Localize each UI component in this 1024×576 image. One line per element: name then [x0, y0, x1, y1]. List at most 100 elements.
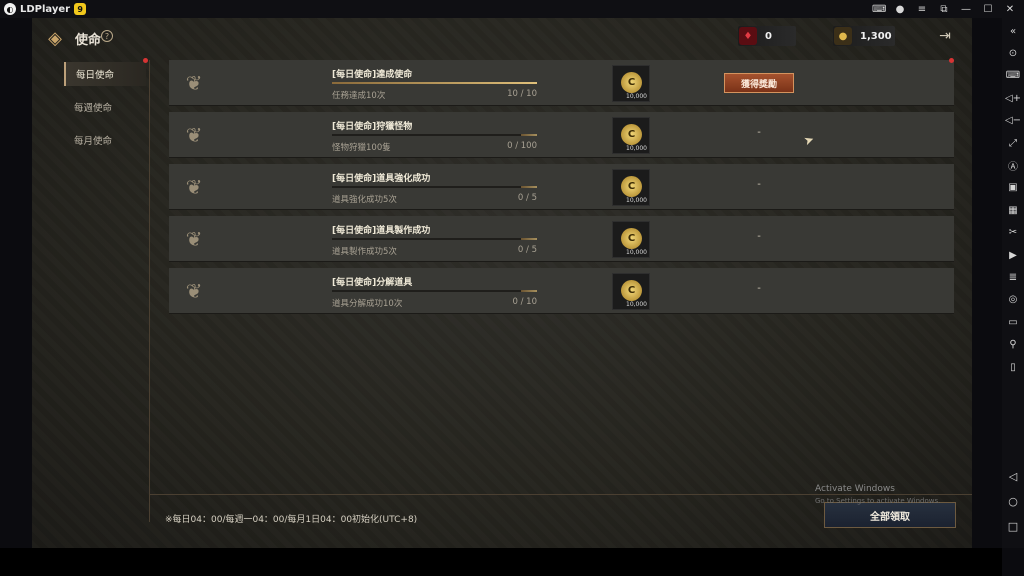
reward-item[interactable]: C 10,000 [612, 169, 650, 206]
ldplayer-logo-icon: ◐ [4, 3, 16, 15]
reward-item[interactable]: C 10,000 [612, 65, 650, 102]
mission-description: 道具強化成功5次 [332, 195, 397, 205]
screenshot-icon[interactable]: ▣ [1002, 177, 1024, 199]
mission-description: 任務達成10次 [332, 91, 386, 101]
header: ◈ 使命 ? ♦ 0 ● 1,300 ⇥ [32, 18, 972, 56]
mission-progress-bar [332, 238, 537, 240]
collapse-icon[interactable]: « [1002, 20, 1024, 42]
mission-description: 道具製作成功5次 [332, 247, 397, 257]
back-button[interactable]: ◈ [44, 27, 66, 49]
minimize-icon[interactable]: — [960, 4, 972, 15]
mission-medal-icon: ❦ [185, 71, 203, 95]
progress-fill [332, 82, 537, 84]
tab-monthly[interactable]: 每月使命 [64, 128, 146, 152]
activate-windows-watermark: Activate Windows Go to Settings to activ… [815, 483, 940, 507]
home-nav-icon[interactable]: ○ [1008, 495, 1018, 508]
reward-item[interactable]: C 10,000 [612, 117, 650, 154]
mission-progress-text: 0 / 100 [507, 141, 537, 151]
mission-tabs: 每日使命 每週使命 每月使命 [60, 60, 150, 522]
tab-daily[interactable]: 每日使命 [64, 62, 146, 86]
progress-fill [520, 290, 537, 292]
progress-fill [520, 134, 537, 136]
gamepad-icon[interactable]: ⌨ [872, 4, 886, 15]
volume-down-icon[interactable]: ◁− [1002, 110, 1024, 132]
watermark-line1: Activate Windows [815, 484, 895, 494]
rotate-icon[interactable]: ◎ [1002, 289, 1024, 311]
cut-icon[interactable]: ✂ [1002, 222, 1024, 244]
progress-fill [520, 186, 537, 188]
mission-progress-bar [332, 82, 537, 84]
mission-progress-bar [332, 186, 537, 188]
volume-up-icon[interactable]: ◁+ [1002, 87, 1024, 109]
mission-medal-icon: ❦ [185, 123, 203, 147]
mission-medal-icon: ❦ [185, 279, 203, 303]
mission-title: [每日使命]達成使命 [332, 70, 413, 80]
game-screen: ◈ 使命 ? ♦ 0 ● 1,300 ⇥ 每日使命 每週使命 每月使命 ❦ [每日… [32, 18, 972, 548]
notification-dot [949, 58, 954, 63]
letterbox [0, 548, 1002, 576]
mission-status: - [757, 179, 761, 190]
mission-row: ❦ [每日使命]道具製作成功 道具製作成功5次 0 / 5 C 10,000 - [169, 216, 954, 262]
keyboard-icon[interactable]: ⌨ [1002, 65, 1024, 87]
notification-dot [143, 58, 148, 63]
mission-title: [每日使命]道具製作成功 [332, 226, 431, 236]
coin-icon: C [621, 72, 642, 93]
folder-icon[interactable]: ▭ [1002, 311, 1024, 333]
reward-item[interactable]: C 10,000 [612, 273, 650, 310]
reward-amount: 10,000 [626, 197, 647, 204]
notes-icon[interactable]: ≣ [1002, 266, 1024, 288]
android-nav-bar: ◁ ○ □ [1002, 470, 1024, 533]
mission-title: [每日使命]狩獵怪物 [332, 122, 413, 132]
claim-reward-button[interactable]: 獲得獎勵 [724, 73, 794, 93]
reward-amount: 10,000 [626, 249, 647, 256]
mission-row: ❦ [每日使命]分解道具 道具分解成功10次 0 / 10 C 10,000 - [169, 268, 954, 314]
reset-note: ※每日04：00/每週一04：00/每月1日04：00初始化(UTC+8) [165, 515, 418, 525]
gem-count: 0 [765, 30, 772, 42]
help-icon[interactable]: ? [101, 30, 113, 42]
recents-nav-icon[interactable]: □ [1008, 520, 1018, 533]
mission-medal-icon: ❦ [185, 227, 203, 251]
mission-description: 怪物狩獵100隻 [332, 143, 391, 153]
back-nav-icon[interactable]: ◁ [1009, 470, 1017, 483]
mission-title: [每日使命]分解道具 [332, 278, 413, 288]
close-icon[interactable]: ✕ [1004, 4, 1016, 15]
gem-icon: ♦ [739, 27, 757, 45]
tab-weekly[interactable]: 每週使命 [64, 95, 146, 119]
reward-amount: 10,000 [626, 93, 647, 100]
emulator-sidebar: «⊙ ⌨ ◁+ ◁− ⤢ Ⓐ ▣ ▦ ✂ ▶ ≣ ◎ ▭ ⚲ ▯ [1002, 18, 1024, 548]
menu-icon[interactable]: ≡ [916, 4, 928, 15]
watermark-line2: Go to Settings to activate Windows. [815, 497, 941, 505]
page-title: 使命 [75, 33, 102, 48]
account-icon[interactable]: ● [894, 4, 906, 15]
location-icon[interactable]: ⚲ [1002, 333, 1024, 355]
mission-progress-text: 0 / 5 [517, 193, 537, 203]
screen-icon[interactable]: ⧉ [938, 4, 950, 15]
reward-item[interactable]: C 10,000 [612, 221, 650, 258]
mission-row: ❦ [每日使命]達成使命 任務達成10次 10 / 10 C 10,000 獲得獎勵 [169, 60, 954, 106]
progress-fill [520, 238, 537, 240]
coin-icon: C [621, 124, 642, 145]
exit-icon[interactable]: ⇥ [937, 27, 953, 45]
mission-status: - [757, 127, 761, 138]
maximize-icon[interactable]: ☐ [982, 4, 994, 15]
emulator-titlebar: ◐ LDPlayer 9 ⌨ ● ≡ ⧉ — ☐ ✕ [0, 0, 1024, 18]
mission-progress-text: 0 / 5 [517, 245, 537, 255]
reward-amount: 10,000 [626, 145, 647, 152]
shake-icon[interactable]: ▯ [1002, 356, 1024, 378]
emulator-title: LDPlayer [20, 3, 71, 15]
sync-icon[interactable]: Ⓐ [1002, 154, 1024, 176]
coin-icon: ● [834, 27, 852, 45]
gem-currency: ♦ 0 [738, 26, 796, 46]
settings-icon[interactable]: ⊙ [1002, 42, 1024, 64]
mission-description: 道具分解成功10次 [332, 299, 403, 309]
apk-icon[interactable]: ▦ [1002, 199, 1024, 221]
mission-progress-text: 10 / 10 [507, 89, 537, 99]
mission-row: ❦ [每日使命]狩獵怪物 怪物狩獵100隻 0 / 100 C 10,000 - [169, 112, 954, 158]
record-icon[interactable]: ▶ [1002, 244, 1024, 266]
mission-progress-bar [332, 134, 537, 136]
mission-status: - [757, 231, 761, 242]
coin-currency: ● 1,300 [833, 26, 895, 46]
mission-progress-text: 0 / 10 [512, 297, 538, 307]
version-badge: 9 [74, 3, 87, 15]
resize-icon[interactable]: ⤢ [1002, 132, 1024, 154]
